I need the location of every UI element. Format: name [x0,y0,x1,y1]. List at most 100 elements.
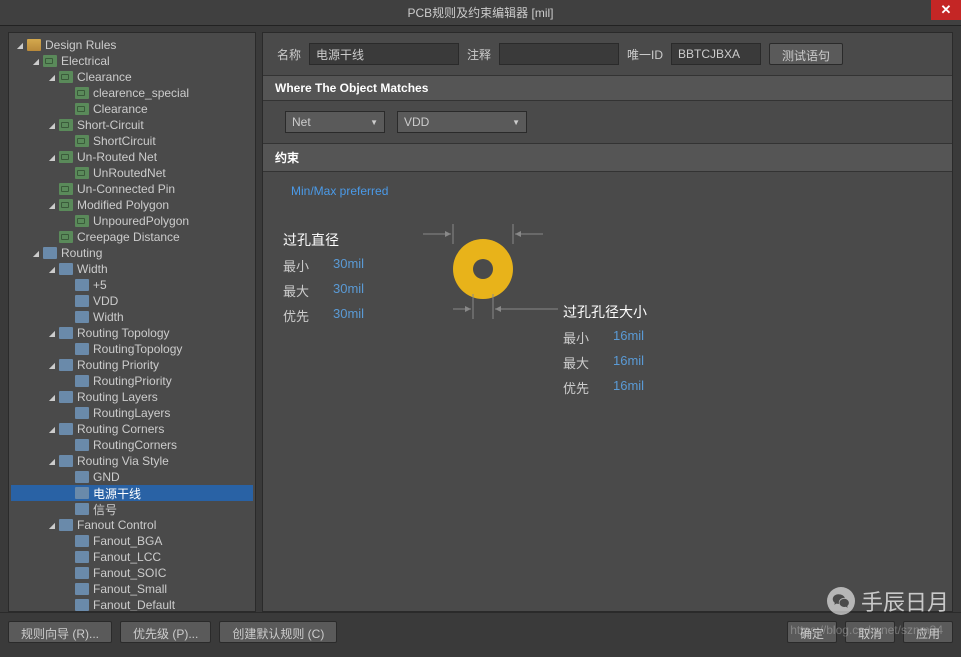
routing-icon [75,343,89,355]
expand-icon[interactable]: ◢ [47,72,57,82]
expand-icon[interactable]: ◢ [47,520,57,530]
tree-item[interactable]: Fanout_SOIC [11,565,253,581]
constraint-area: Min/Max preferred 过孔直径 最小30mil 最大30mil 优… [263,172,952,422]
tree-unrouted-group[interactable]: ◢Un-Routed Net [11,149,253,165]
minmax-preferred-link[interactable]: Min/Max preferred [291,184,388,198]
tree-topology-group[interactable]: ◢Routing Topology [11,325,253,341]
tree-item-power-trunk[interactable]: 电源干线 [11,485,253,501]
tree-item[interactable]: Fanout_BGA [11,533,253,549]
tree-item[interactable]: Fanout_Default [11,597,253,612]
via-hole-title: 过孔孔径大小 [563,302,647,322]
tree-priority-group[interactable]: ◢Routing Priority [11,357,253,373]
tree-item[interactable]: UnpouredPolygon [11,213,253,229]
tree-routing[interactable]: ◢Routing [11,245,253,261]
test-query-button[interactable]: 测试语句 [769,43,843,65]
via-min-value[interactable]: 30mil [333,256,364,275]
cancel-button[interactable]: 取消 [845,621,895,643]
hole-pref-value[interactable]: 16mil [613,378,644,397]
routing-icon [59,327,73,339]
rule-icon [75,215,89,227]
routing-icon [75,599,89,611]
expand-icon[interactable]: ◢ [47,120,57,130]
rule-icon [43,55,57,67]
rule-name-input[interactable] [309,43,459,65]
hole-min-value[interactable]: 16mil [613,328,644,347]
expand-icon[interactable]: ◢ [47,152,57,162]
hole-pref-label: 优先 [563,378,593,397]
tree-shortcircuit-group[interactable]: ◢Short-Circuit [11,117,253,133]
rule-header-row: 名称 注释 唯一ID 测试语句 [263,33,952,75]
rule-icon [59,183,73,195]
expand-icon[interactable]: ◢ [47,456,57,466]
via-graphic-icon [423,224,563,344]
tree-item-signal[interactable]: 信号 [11,501,253,517]
window-title: PCB规则及约束编辑器 [mil] [407,4,553,21]
tree-item[interactable]: RoutingCorners [11,437,253,453]
rule-icon [75,135,89,147]
rules-tree[interactable]: ◢Design Rules ◢Electrical ◢Clearance cle… [8,32,256,612]
expand-icon[interactable]: ◢ [15,40,25,50]
create-default-button[interactable]: 创建默认规则 (C) [219,621,337,643]
rule-editor-panel: 名称 注释 唯一ID 测试语句 Where The Object Matches… [262,32,953,612]
routing-icon [59,455,73,467]
tree-item[interactable]: clearence_special [11,85,253,101]
tree-clearance-group[interactable]: ◢Clearance [11,69,253,85]
tree-item[interactable]: RoutingTopology [11,341,253,357]
tree-item[interactable]: Creepage Distance [11,229,253,245]
rule-wizard-button[interactable]: 规则向导 (R)... [8,621,112,643]
expand-icon[interactable]: ◢ [47,392,57,402]
tree-item[interactable]: UnRoutedNet [11,165,253,181]
rule-comment-input[interactable] [499,43,619,65]
tree-item[interactable]: Un-Connected Pin [11,181,253,197]
priority-button[interactable]: 优先级 (P)... [120,621,211,643]
routing-icon [75,503,89,515]
routing-icon [59,359,73,371]
via-min-label: 最小 [283,256,313,275]
tree-item[interactable]: +5 [11,277,253,293]
chevron-down-icon: ▼ [370,118,378,127]
rule-icon [59,71,73,83]
tree-item[interactable]: Width [11,309,253,325]
tree-item[interactable]: RoutingLayers [11,405,253,421]
tree-item[interactable]: Fanout_LCC [11,549,253,565]
hole-min-label: 最小 [563,328,593,347]
tree-item[interactable]: Clearance [11,101,253,117]
apply-button[interactable]: 应用 [903,621,953,643]
net-dropdown[interactable]: VDD▼ [397,111,527,133]
close-button[interactable]: ✕ [931,0,961,20]
via-diameter-title: 过孔直径 [283,230,364,250]
tree-width-group[interactable]: ◢Width [11,261,253,277]
tree-fanout-group[interactable]: ◢Fanout Control [11,517,253,533]
rule-icon [59,199,73,211]
expand-icon[interactable]: ◢ [31,56,41,66]
tree-item[interactable]: VDD [11,293,253,309]
rule-icon [59,151,73,163]
tree-corners-group[interactable]: ◢Routing Corners [11,421,253,437]
expand-icon[interactable]: ◢ [47,200,57,210]
routing-icon [59,423,73,435]
rule-icon [59,119,73,131]
tree-viastyle-group[interactable]: ◢Routing Via Style [11,453,253,469]
hole-max-value[interactable]: 16mil [613,353,644,372]
tree-root[interactable]: ◢Design Rules [11,37,253,53]
expand-icon[interactable]: ◢ [47,264,57,274]
tree-electrical[interactable]: ◢Electrical [11,53,253,69]
tree-item[interactable]: ShortCircuit [11,133,253,149]
rule-uid-input[interactable] [671,43,761,65]
name-label: 名称 [277,46,301,63]
rule-icon [75,103,89,115]
tree-item[interactable]: RoutingPriority [11,373,253,389]
ok-button[interactable]: 确定 [787,621,837,643]
scope-dropdown[interactable]: Net▼ [285,111,385,133]
expand-icon[interactable]: ◢ [47,424,57,434]
tree-item-gnd[interactable]: GND [11,469,253,485]
tree-layers-group[interactable]: ◢Routing Layers [11,389,253,405]
routing-icon [75,279,89,291]
via-max-value[interactable]: 30mil [333,281,364,300]
expand-icon[interactable]: ◢ [47,360,57,370]
tree-modpoly-group[interactable]: ◢Modified Polygon [11,197,253,213]
expand-icon[interactable]: ◢ [31,248,41,258]
tree-item[interactable]: Fanout_Small [11,581,253,597]
via-pref-value[interactable]: 30mil [333,306,364,325]
expand-icon[interactable]: ◢ [47,328,57,338]
